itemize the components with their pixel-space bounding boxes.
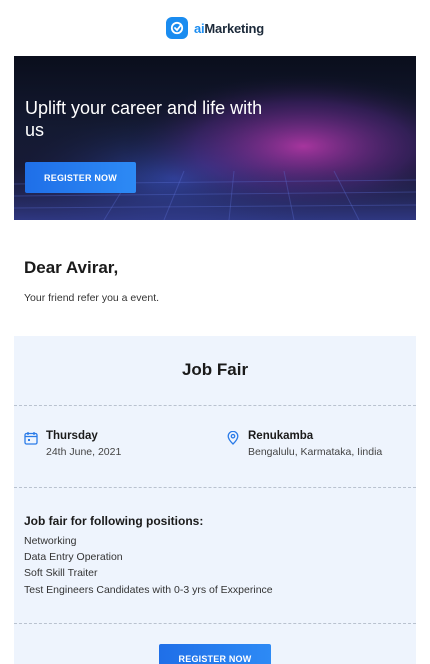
event-date: Thursday 24th June, 2021 <box>24 430 121 458</box>
divider <box>14 623 416 624</box>
event-register-button[interactable]: REGISTER NOW <box>159 644 271 664</box>
brand-name: aiMarketing <box>193 20 265 36</box>
list-item: Data Entry Operation <box>24 551 123 564</box>
intro-text: Your friend refer you a event. <box>24 292 160 304</box>
positions-heading: Job fair for following positions: <box>24 514 204 528</box>
list-item: Networking <box>24 535 77 547</box>
list-item: Soft Skill Traiter <box>24 567 98 580</box>
hero-banner: Uplift your career and life with us REGI… <box>14 56 416 220</box>
hero-register-button[interactable]: REGISTER NOW <box>25 162 136 193</box>
event-location: Renukamba Bengalulu, Karmataka, Iindia <box>226 430 382 458</box>
event-venue: Renukamba <box>248 430 314 442</box>
calendar-icon <box>24 431 38 445</box>
brand-logo-icon <box>165 17 188 39</box>
event-title: Job Fair <box>181 360 249 379</box>
event-date-text: 24th June, 2021 <box>46 446 122 458</box>
divider <box>14 405 416 406</box>
event-day: Thursday <box>46 430 98 442</box>
divider <box>14 487 416 488</box>
hero-title: Uplift your career and life with us <box>25 98 263 140</box>
event-card: Job Fair Thursday 24th June, 2021 Renuka… <box>14 336 416 664</box>
location-pin-icon <box>226 430 240 445</box>
event-address: Bengalulu, Karmataka, Iindia <box>248 446 383 458</box>
greeting: Dear Avirar, <box>24 258 119 277</box>
positions-list: Networking Data Entry Operation Soft Ski… <box>24 533 273 598</box>
list-item: Test Engineers Candidates with 0-3 yrs o… <box>24 583 273 596</box>
email-header: aiMarketing <box>0 0 430 56</box>
